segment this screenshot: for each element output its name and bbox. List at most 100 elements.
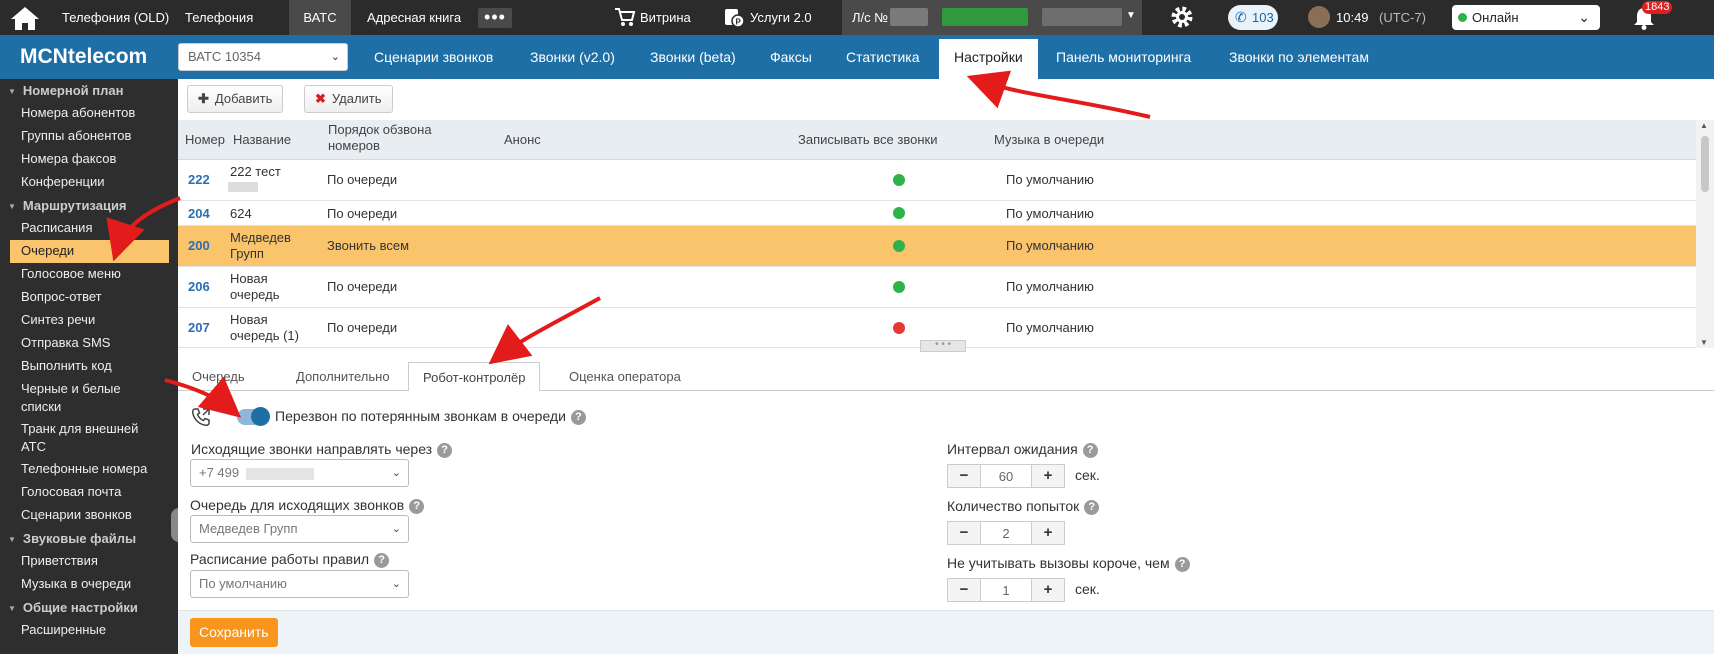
scroll-down-icon[interactable]: ▼ bbox=[1700, 338, 1708, 347]
help-icon[interactable]: ? bbox=[1084, 499, 1100, 515]
account-selector[interactable]: Л/с № ▼ bbox=[842, 0, 1142, 35]
tab-additional[interactable]: Дополнительно bbox=[282, 362, 404, 391]
account-balance-redacted bbox=[942, 8, 1028, 26]
nav-call-scenarios[interactable]: Сценарии звонков bbox=[359, 35, 508, 79]
ignore-short-value[interactable]: 1 bbox=[981, 578, 1031, 602]
help-icon[interactable]: ? bbox=[1082, 442, 1098, 458]
sidebar-section-sound-files[interactable]: ▼ Звуковые файлы bbox=[0, 527, 178, 550]
delete-button[interactable]: ✖ Удалить bbox=[304, 85, 393, 113]
sidebar-item-subscriber-groups[interactable]: Группы абонентов bbox=[0, 125, 178, 148]
active-calls-button[interactable]: ✆ 103 bbox=[1228, 5, 1278, 30]
column-header-queue-music[interactable]: Музыка в очереди bbox=[994, 132, 1104, 148]
sidebar-section-general-settings[interactable]: ▼ Общие настройки bbox=[0, 596, 178, 619]
interval-stepper[interactable]: − 60 + bbox=[947, 464, 1065, 488]
panel-splitter-handle[interactable]: • • • bbox=[920, 340, 966, 352]
more-menu-button[interactable]: ••• bbox=[478, 8, 512, 28]
sidebar-item-voice-menu[interactable]: Голосовое меню bbox=[0, 263, 178, 286]
ignore-short-decrease-button[interactable]: − bbox=[947, 578, 981, 602]
column-header-name[interactable]: Название bbox=[233, 132, 291, 148]
help-icon[interactable]: ? bbox=[570, 409, 586, 425]
help-icon[interactable]: ? bbox=[374, 552, 390, 568]
nav-monitoring-panel[interactable]: Панель мониторинга bbox=[1041, 35, 1206, 79]
help-icon[interactable]: ? bbox=[409, 498, 425, 514]
table-row[interactable]: 204 624 По очереди По умолчанию bbox=[178, 201, 1696, 226]
save-button[interactable]: Сохранить bbox=[190, 618, 278, 647]
sidebar-section-number-plan[interactable]: ▼ Номерной план bbox=[0, 79, 178, 102]
tab-operator-rating[interactable]: Оценка оператора bbox=[555, 362, 695, 391]
nav-settings[interactable]: Настройки bbox=[939, 39, 1038, 79]
sidebar-item-external-trunk[interactable]: Транк для внешней АТС bbox=[0, 418, 178, 458]
services-link[interactable]: Услуги 2.0 bbox=[740, 0, 822, 35]
gear-icon[interactable] bbox=[1170, 5, 1194, 29]
sidebar-item-advanced[interactable]: Расширенные bbox=[0, 619, 178, 642]
sidebar-item-conferences[interactable]: Конференции bbox=[0, 171, 178, 194]
sidebar-item-queues[interactable]: Очереди bbox=[10, 240, 169, 263]
nav-faxes[interactable]: Факсы bbox=[755, 35, 827, 79]
sidebar-item-queue-music[interactable]: Музыка в очереди bbox=[0, 573, 178, 596]
nav-calls-beta[interactable]: Звонки (beta) bbox=[635, 35, 751, 79]
top-nav-address-book[interactable]: Адресная книга bbox=[357, 0, 471, 35]
help-icon[interactable]: ? bbox=[437, 442, 453, 458]
schedule-label: Расписание работы правил? bbox=[190, 551, 390, 568]
table-row[interactable]: 222 222 тест По очереди По умолчанию bbox=[178, 160, 1696, 201]
add-button[interactable]: ✚ Добавить bbox=[187, 85, 284, 113]
column-header-record-all[interactable]: Записывать все звонки bbox=[798, 132, 937, 148]
attempts-stepper[interactable]: − 2 + bbox=[947, 521, 1065, 545]
outgoing-queue-select[interactable]: Медведев Групп ⌄ bbox=[190, 515, 409, 543]
active-calls-count: 103 bbox=[1252, 10, 1274, 25]
ignore-short-increase-button[interactable]: + bbox=[1031, 578, 1065, 602]
nav-calls-v2[interactable]: Звонки (v2.0) bbox=[515, 35, 630, 79]
column-header-announce[interactable]: Анонс bbox=[504, 132, 541, 148]
callback-toggle[interactable] bbox=[237, 407, 270, 426]
sidebar-item-speech-synthesis[interactable]: Синтез речи bbox=[0, 309, 178, 332]
table-row[interactable]: 206 Новая очередь По очереди По умолчани… bbox=[178, 267, 1696, 308]
attempts-increase-button[interactable]: + bbox=[1031, 521, 1065, 545]
top-nav-telephony-old[interactable]: Телефония (OLD) bbox=[52, 0, 179, 35]
attempts-value[interactable]: 2 bbox=[981, 521, 1031, 545]
column-header-dial-order[interactable]: Порядок обзвона номеров bbox=[328, 122, 463, 154]
scroll-up-icon[interactable]: ▲ bbox=[1700, 121, 1708, 130]
sidebar-item-call-scenarios[interactable]: Сценарии звонков bbox=[0, 504, 178, 527]
ignore-short-stepper[interactable]: − 1 + bbox=[947, 578, 1065, 602]
add-button-label: Добавить bbox=[214, 91, 273, 106]
scrollbar-thumb[interactable] bbox=[1701, 136, 1709, 192]
sidebar-item-schedules[interactable]: Расписания bbox=[0, 217, 178, 240]
tab-queue[interactable]: Очередь bbox=[178, 362, 259, 391]
sidebar-item-voicemail[interactable]: Голосовая почта bbox=[0, 481, 178, 504]
outgoing-trunk-select[interactable]: +7 499 ⌄ bbox=[190, 459, 409, 487]
close-icon: ✖ bbox=[315, 91, 326, 106]
help-icon[interactable]: ? bbox=[1174, 556, 1190, 572]
top-nav-vatc[interactable]: ВАТС bbox=[289, 0, 351, 35]
chevron-down-icon: ⌄ bbox=[391, 467, 401, 479]
sidebar-item-black-white-lists[interactable]: Черные и белые списки bbox=[0, 378, 178, 418]
record-status-dot bbox=[893, 207, 905, 219]
sidebar-item-question-answer[interactable]: Вопрос-ответ bbox=[0, 286, 178, 309]
sidebar-item-send-sms[interactable]: Отправка SMS bbox=[0, 332, 178, 355]
top-nav-telephony[interactable]: Телефония bbox=[175, 0, 263, 35]
vatc-select[interactable]: ВАТС 10354 ⌄ bbox=[178, 43, 348, 71]
chevron-down-icon: ⌄ bbox=[391, 523, 401, 535]
sidebar-item-subscriber-numbers[interactable]: Номера абонентов bbox=[0, 102, 178, 125]
table-scrollbar[interactable]: ▲ ▼ bbox=[1696, 120, 1714, 348]
interval-value[interactable]: 60 bbox=[981, 464, 1031, 488]
sidebar-item-execute-code[interactable]: Выполнить код bbox=[0, 355, 178, 378]
column-header-number[interactable]: Номер bbox=[185, 132, 225, 148]
avatar[interactable] bbox=[1308, 6, 1330, 28]
sidebar-item-fax-numbers[interactable]: Номера факсов bbox=[0, 148, 178, 171]
interval-decrease-button[interactable]: − bbox=[947, 464, 981, 488]
shop-link[interactable]: Витрина bbox=[630, 0, 701, 35]
interval-label: Интервал ожидания? bbox=[947, 441, 1098, 458]
tab-robot-controller[interactable]: Робот-контролёр bbox=[408, 362, 541, 392]
nav-calls-by-elements[interactable]: Звонки по элементам bbox=[1214, 35, 1384, 79]
table-row-selected[interactable]: 200 Медведев Групп Звонить всем По умолч… bbox=[178, 226, 1696, 267]
attempts-decrease-button[interactable]: − bbox=[947, 521, 981, 545]
nav-statistics[interactable]: Статистика bbox=[831, 35, 935, 79]
record-status-dot bbox=[893, 281, 905, 293]
home-icon[interactable] bbox=[6, 3, 44, 33]
sidebar-item-greetings[interactable]: Приветствия bbox=[0, 550, 178, 573]
schedule-select[interactable]: По умолчанию ⌄ bbox=[190, 570, 409, 598]
status-select[interactable]: Онлайн ⌄ bbox=[1452, 5, 1600, 30]
sidebar-item-phone-numbers[interactable]: Телефонные номера bbox=[0, 458, 178, 481]
sidebar-section-routing[interactable]: ▼ Маршрутизация bbox=[0, 194, 178, 217]
interval-increase-button[interactable]: + bbox=[1031, 464, 1065, 488]
